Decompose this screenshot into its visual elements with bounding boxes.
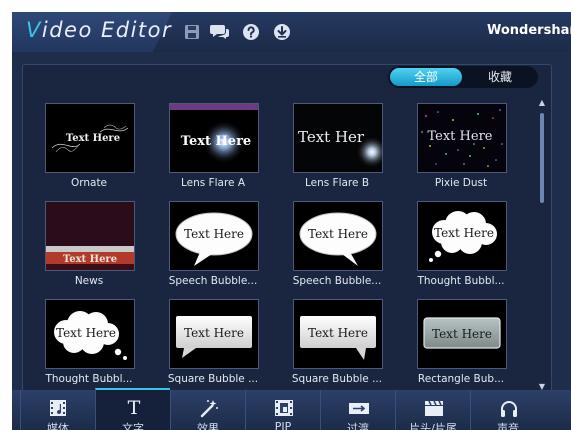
template-thumb-lens-flare-a[interactable]: Text Here (169, 103, 259, 173)
tab-transitions[interactable]: 过渡 (320, 390, 395, 430)
template-thumb-thought-bubble-1[interactable]: Text Here (417, 201, 507, 271)
clapperboard-icon (423, 398, 445, 418)
tab-text[interactable]: T 文字 (95, 388, 170, 430)
template-caption: Pixie Dust (434, 177, 488, 189)
tab-audio[interactable]: 声音 (470, 390, 545, 430)
template-thumb-rectangle-bubble[interactable]: Text Here (417, 299, 507, 369)
template-thumb-speech-bubble-1[interactable]: Text Here (169, 201, 259, 271)
transition-icon (348, 398, 370, 418)
template-caption: Thought Bubbl... (417, 275, 505, 287)
scrollbar[interactable]: ▲ ▼ (539, 99, 545, 391)
template-caption: Lens Flare A (180, 177, 246, 189)
magic-wand-icon (198, 398, 220, 418)
filter-all-button[interactable]: 全部 (390, 68, 462, 86)
text-t-icon: T (127, 397, 141, 419)
scroll-thumb[interactable] (540, 113, 544, 203)
tab-intro-credits[interactable]: 片头/片尾 (395, 390, 470, 430)
title-bar: Video Editor Wondershare (12, 12, 571, 52)
filter-favorites-button[interactable]: 收藏 (464, 68, 536, 86)
preview-text: Text Her (298, 128, 365, 146)
tab-label: PIP (274, 420, 292, 430)
template-caption: News (74, 275, 104, 287)
preview-text: Text Here (308, 326, 368, 340)
template-thumb-ornate[interactable]: Text Here (45, 103, 135, 173)
filter-toggle: 全部 收藏 (388, 66, 538, 88)
template-caption: Speech Bubble... (168, 275, 258, 287)
preview-text: Text Here (434, 226, 494, 240)
template-caption: Rectangle Bub... (417, 373, 505, 385)
category-tab-bar: 媒体 T 文字 效果 PIP 过渡 片头/片尾 声音 (12, 388, 571, 430)
tab-label: 过渡 (347, 422, 369, 430)
preview-text: Text Here (56, 326, 116, 340)
preview-text: Text Here (184, 326, 244, 340)
chat-icon[interactable] (210, 22, 230, 42)
preview-text: Text Here (63, 254, 117, 265)
tab-label: 效果 (197, 422, 219, 430)
save-icon[interactable] (182, 22, 202, 42)
template-caption: Ornate (70, 177, 108, 189)
tab-label: 媒体 (47, 422, 69, 430)
app-title: Video Editor (26, 18, 173, 42)
preview-text: Text Here (428, 129, 493, 144)
tab-label: 文字 (122, 422, 144, 430)
template-caption: Square Bubble ... (167, 373, 259, 385)
headphones-icon (498, 398, 520, 418)
preview-text: Text Here (184, 227, 244, 241)
template-caption: Lens Flare B (304, 177, 370, 189)
template-thumb-square-bubble-2[interactable]: Text Here (293, 299, 383, 369)
preview-text: Text Here (181, 134, 251, 149)
template-thumb-speech-bubble-2[interactable]: Text Here (293, 201, 383, 271)
tab-label: 声音 (497, 422, 519, 430)
tab-media[interactable]: 媒体 (20, 390, 95, 430)
template-caption: Square Bubble ... (291, 373, 383, 385)
brand-name: Wondershare (487, 23, 571, 38)
tab-effects[interactable]: 效果 (170, 390, 245, 430)
template-thumb-thought-bubble-2[interactable]: Text Here (45, 299, 135, 369)
template-caption: Thought Bubbl... (45, 373, 133, 385)
tab-label: 片头/片尾 (409, 422, 457, 430)
preview-text: Text Here (308, 227, 368, 241)
preview-text: Text Here (66, 133, 120, 144)
help-icon[interactable] (241, 22, 261, 42)
template-thumb-pixie-dust[interactable]: Text Here (417, 103, 507, 173)
template-panel: 全部 收藏 ▲ ▼ Text Here Ornate Text Here Len… (22, 64, 552, 406)
template-thumb-lens-flare-b[interactable]: Text Her (293, 103, 383, 173)
preview-text: Text Here (432, 327, 492, 341)
template-thumb-square-bubble-1[interactable]: Text Here (169, 299, 259, 369)
pip-film-icon (273, 398, 295, 418)
tab-pip[interactable]: PIP (245, 390, 320, 430)
template-thumb-news[interactable]: Text Here (45, 201, 135, 271)
download-icon[interactable] (272, 22, 292, 42)
scroll-up-icon[interactable]: ▲ (537, 99, 547, 107)
film-music-icon (48, 398, 70, 418)
template-caption: Speech Bubble... (292, 275, 382, 287)
app-window: Video Editor Wondershare 全部 收藏 ▲ ▼ (12, 12, 571, 430)
